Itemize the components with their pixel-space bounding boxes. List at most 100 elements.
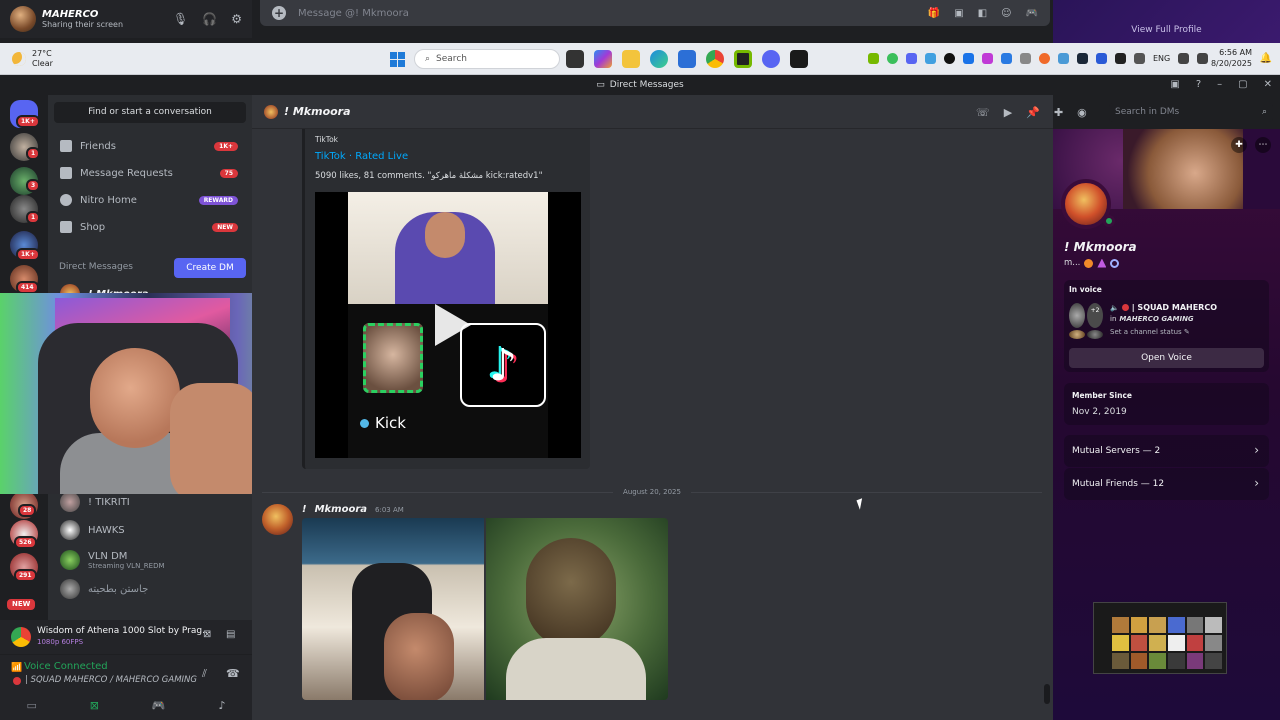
screen-share-icon[interactable]: ▣ (1170, 79, 1179, 90)
monitor-tray-icon[interactable] (1115, 53, 1126, 64)
close-button[interactable]: ✕ (1264, 79, 1272, 90)
task-view-icon[interactable] (566, 50, 584, 68)
help-icon[interactable]: ? (1196, 79, 1201, 90)
camera-off-icon[interactable]: ▭ (26, 699, 36, 712)
voice-count: +2 (1087, 303, 1103, 328)
steam-tray-icon[interactable] (1077, 53, 1088, 64)
minimize-button[interactable]: – (1217, 79, 1222, 90)
chat-scrollbar[interactable] (1044, 684, 1050, 704)
voice-channel[interactable]: | SQUAD MAHERCO / MAHERCO GAMING (25, 675, 197, 685)
more-options-icon[interactable]: ⋯ (1255, 137, 1271, 153)
nvidia-tray-icon[interactable] (868, 53, 879, 64)
dm-avatar (60, 579, 80, 599)
screen-share-active-icon[interactable]: ⊠ (90, 699, 99, 712)
bluetooth-tray-icon[interactable] (1001, 53, 1012, 64)
discord-tray-icon[interactable] (906, 53, 917, 64)
cloud-tray-icon[interactable] (925, 53, 936, 64)
nav-shop[interactable]: Shop NEW (54, 215, 246, 239)
search-dms-input[interactable]: Search in DMs ⌕ (1109, 103, 1273, 122)
message-author[interactable]: Mkmoora (315, 504, 367, 515)
edge-icon[interactable] (650, 50, 668, 68)
maximize-button[interactable]: ▢ (1238, 79, 1247, 90)
spotify-tray-icon[interactable] (887, 53, 898, 64)
gift-icon[interactable]: 🎁 (928, 8, 940, 19)
copilot-icon[interactable] (594, 50, 612, 68)
epic-games-icon[interactable] (790, 50, 808, 68)
add-attachment-icon[interactable]: + (272, 6, 286, 20)
gamepad-icon[interactable]: 🎮 (1026, 8, 1038, 19)
voice-channel-row[interactable]: 🔈 | SQUAD MAHERCO (1110, 303, 1217, 312)
message-input[interactable]: + Message @! Mkmoora 🎁 ▣ ◧ ☺ 🎮 (260, 0, 1050, 26)
microphone-tray-icon[interactable] (1134, 53, 1145, 64)
message-author-avatar[interactable] (262, 504, 293, 535)
wifi-icon[interactable] (1178, 53, 1190, 64)
view-full-profile-link[interactable]: View Full Profile (1131, 25, 1201, 35)
create-dm-button[interactable]: Create DM (174, 258, 246, 278)
stop-stream-icon[interactable]: ⊠ (203, 629, 211, 640)
usb-tray-icon[interactable] (1020, 53, 1031, 64)
dm-item[interactable]: جاستن بطحيته (54, 576, 246, 602)
pin-icon[interactable]: 📌 (1026, 106, 1040, 119)
new-unreads-badge[interactable]: NEW (5, 597, 38, 612)
play-icon[interactable] (435, 304, 471, 346)
profile-voice-server[interactable]: MAHERCO GAMING (1119, 315, 1193, 323)
stream-settings-icon[interactable]: ▤ (226, 629, 235, 640)
voice-status[interactable]: Voice Connected (24, 661, 108, 672)
mutual-friends-row[interactable]: Mutual Friends — 12 › (1064, 468, 1269, 500)
chat-header-name[interactable]: ! Mkmoora (284, 105, 351, 118)
emoji-icon[interactable]: ☺ (1001, 8, 1011, 19)
taskbar-clock[interactable]: 6:56 AM 8/20/2025 (1208, 47, 1252, 69)
server-badge: 291 (14, 569, 37, 582)
app-tray-icon[interactable] (944, 53, 955, 64)
nav-friends[interactable]: Friends 1K+ (54, 134, 246, 158)
badge-icon[interactable] (1084, 258, 1094, 268)
noise-suppression-icon[interactable]: ⫽ (202, 667, 207, 681)
windows-start-icon[interactable] (390, 52, 405, 67)
taskbar-search[interactable]: ⌕ Search (414, 49, 560, 69)
language-indicator[interactable]: ENG (1153, 54, 1170, 63)
dm-item[interactable]: VLN DM Streaming VLN_REDM (54, 547, 246, 573)
message-image-streamer[interactable] (302, 518, 484, 700)
nav-message-requests[interactable]: Message Requests 75 (54, 161, 246, 185)
gear-icon[interactable]: ⚙ (231, 12, 242, 26)
sticker-icon[interactable]: ◧ (978, 8, 987, 19)
chrome-icon[interactable] (706, 50, 724, 68)
app2-tray-icon[interactable] (1096, 53, 1107, 64)
microphone-icon[interactable]: 🎙 (173, 12, 188, 26)
video-call-icon[interactable]: ▶ (1004, 106, 1012, 119)
voice-call-icon[interactable]: ☏ (976, 106, 990, 119)
boost-badge-icon[interactable] (1110, 258, 1120, 268)
headphones-icon[interactable]: 🎧 (202, 12, 217, 26)
g-tray-icon[interactable] (1039, 53, 1050, 64)
disconnect-icon[interactable]: ☎ (226, 667, 240, 680)
nitro-icon (60, 194, 72, 206)
add-friends-icon[interactable]: ✚ (1054, 106, 1063, 119)
soundboard-icon[interactable]: ♪ (219, 699, 226, 712)
nitro-badge-icon[interactable] (1097, 258, 1107, 268)
zoom-tray-icon[interactable] (963, 53, 974, 64)
message-image-character[interactable] (486, 518, 668, 700)
user-profile-icon[interactable]: ◉ (1077, 106, 1087, 119)
weather-widget[interactable]: 27°C Clear (0, 49, 200, 69)
dm-item[interactable]: HAWKS (54, 517, 246, 543)
user-avatar[interactable] (10, 6, 36, 32)
embed-title-link[interactable]: TikTok · Rated Live (315, 151, 408, 162)
set-channel-status[interactable]: Set a channel status ✎ (1110, 328, 1190, 336)
gif-icon[interactable]: ▣ (954, 8, 963, 19)
network-tray-icon[interactable] (1058, 53, 1069, 64)
screen-share-thumbnail[interactable] (1093, 602, 1227, 674)
color-tray-icon[interactable] (982, 53, 993, 64)
speaker-icon[interactable] (1197, 53, 1209, 64)
embed-video[interactable]: ♪ Kick (315, 192, 581, 458)
activities-icon[interactable]: 🎮 (152, 699, 166, 712)
nvidia-icon[interactable] (734, 50, 752, 68)
open-voice-button[interactable]: Open Voice (1069, 348, 1264, 368)
mutual-servers-row[interactable]: Mutual Servers — 2 › (1064, 435, 1269, 467)
notification-bell-icon[interactable]: 🔔 (1260, 53, 1272, 64)
nav-nitro-home[interactable]: Nitro Home REWARD (54, 188, 246, 212)
file-explorer-icon[interactable] (622, 50, 640, 68)
add-friend-icon[interactable]: ✚ (1231, 137, 1247, 153)
discord-icon[interactable] (762, 50, 780, 68)
store-icon[interactable] (678, 50, 696, 68)
find-conversation-button[interactable]: Find or start a conversation (54, 102, 246, 123)
